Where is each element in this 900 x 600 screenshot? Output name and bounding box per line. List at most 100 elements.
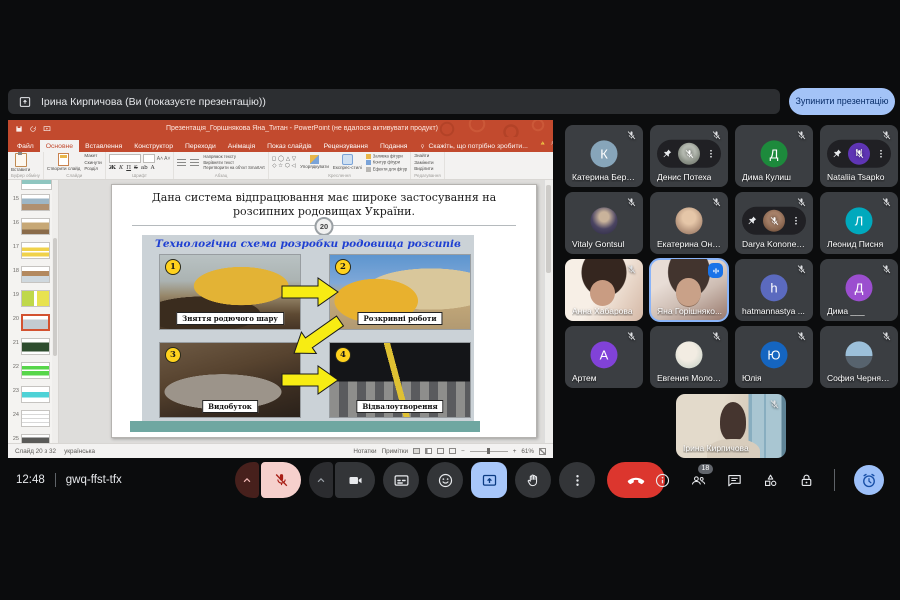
slide-thumbnail[interactable]	[21, 194, 50, 211]
text-direction-button[interactable]: Напрямок тексту	[203, 155, 264, 159]
chat-button[interactable]	[726, 472, 743, 489]
slideshow-icon[interactable]	[43, 125, 51, 133]
participant-tile[interactable]: ККатерина Бере...	[565, 125, 643, 187]
slide-thumbnail[interactable]	[21, 314, 50, 331]
raise-hand-button[interactable]	[515, 462, 551, 498]
participant-tile[interactable]: Екатерина Они...	[650, 192, 728, 254]
paste-button[interactable]: Вставити	[11, 153, 30, 173]
participant-tile[interactable]: Darya Kononen...	[735, 192, 813, 254]
tell-me-box[interactable]: Скажіть, що потрібно зробити...	[413, 140, 533, 152]
replace-button[interactable]: Замінити	[414, 161, 433, 166]
sorter-view-icon[interactable]	[425, 448, 432, 454]
more-options-button[interactable]	[559, 462, 595, 498]
thumbnail-row[interactable]: 15	[8, 191, 58, 215]
participant-tile[interactable]: София Черняева	[820, 326, 898, 388]
timer-extension-button[interactable]	[854, 465, 884, 495]
align-icon[interactable]	[190, 159, 199, 167]
ppt-tab-0[interactable]: Файл	[11, 140, 40, 152]
participant-tile[interactable]: ДДима ___	[820, 259, 898, 321]
meeting-details-button[interactable]	[654, 472, 671, 489]
reactions-button[interactable]	[427, 462, 463, 498]
layout-button[interactable]: Макет	[84, 154, 101, 159]
camera-options-chevron[interactable]	[309, 462, 333, 498]
stop-presentation-button[interactable]: Зупинити презентацію	[789, 88, 895, 115]
thumbnail-row[interactable]: 16	[8, 215, 58, 239]
ppt-tab-4[interactable]: Переходи	[179, 140, 222, 152]
ppt-tab-2[interactable]: Вставлення	[79, 140, 128, 152]
host-controls-button[interactable]	[798, 472, 815, 489]
slide-canvas[interactable]: Дана система відпрацювання має широке за…	[111, 184, 537, 438]
zoom-out-button[interactable]: −	[461, 448, 465, 455]
slideshow-view-icon[interactable]	[449, 448, 456, 454]
ppt-tab-5[interactable]: Анімація	[222, 140, 261, 152]
slide-thumbnail[interactable]	[21, 218, 50, 235]
slide-thumbnail[interactable]	[21, 386, 50, 403]
people-button[interactable]: 18	[690, 472, 707, 489]
pin-button[interactable]	[661, 148, 673, 160]
comments-button[interactable]: Примітки	[382, 448, 408, 455]
thumbnail-row[interactable]: 22	[8, 359, 58, 383]
font-name-box[interactable]	[109, 154, 141, 163]
slide-thumbnail[interactable]	[21, 410, 50, 427]
camera-button[interactable]	[335, 462, 375, 498]
thumbnail-row[interactable]: 25	[8, 431, 58, 443]
participant-tile[interactable]: Евгения Молод...	[650, 326, 728, 388]
mic-options-chevron[interactable]	[235, 462, 259, 498]
save-icon[interactable]	[15, 125, 23, 133]
font-format-buttons[interactable]: ЖКПSabA	[109, 165, 155, 171]
participant-tile[interactable]: NNataliia Tsapko	[820, 125, 898, 187]
slide-thumbnail[interactable]	[21, 242, 50, 259]
shape-outline-button[interactable]: Контур фігури	[366, 160, 407, 165]
notes-button[interactable]: Нотатки	[353, 448, 376, 455]
slide-scrollbar[interactable]	[544, 180, 553, 443]
thumbnail-row[interactable]: 19	[8, 287, 58, 311]
more-button[interactable]	[705, 148, 717, 160]
share-button[interactable]: Спільний доступ	[550, 136, 553, 150]
participant-tile[interactable]: Vitaly Gontsul	[565, 192, 643, 254]
fit-to-window-icon[interactable]	[539, 448, 546, 455]
thumbnail-row[interactable]: 23	[8, 383, 58, 407]
shape-fill-button[interactable]: Заливка фігури	[366, 154, 407, 159]
reading-view-icon[interactable]	[437, 448, 444, 454]
select-button[interactable]: Виділити	[414, 167, 433, 172]
slide-thumbnail[interactable]	[21, 362, 50, 379]
ppt-tab-7[interactable]: Рецензування	[318, 140, 374, 152]
slide-thumbnail-panel[interactable]: 1516171819202122232425	[8, 180, 59, 443]
self-video-tile[interactable]: Ірина Кирпичова	[676, 394, 786, 458]
thumbnail-row[interactable]: 24	[8, 407, 58, 431]
participant-tile[interactable]: ААртем	[565, 326, 643, 388]
more-button[interactable]	[790, 215, 802, 227]
present-button[interactable]	[471, 462, 507, 498]
reset-button[interactable]: Скинути	[84, 161, 101, 166]
participant-tile[interactable]: ДДима Кулиш	[735, 125, 813, 187]
thumbnail-row[interactable]: 21	[8, 335, 58, 359]
ppt-tab-8[interactable]: Подання	[374, 140, 413, 152]
thumbnail-row[interactable]: 17	[8, 239, 58, 263]
slide-thumbnail[interactable]	[21, 338, 50, 355]
slide-thumbnail[interactable]	[21, 434, 50, 443]
normal-view-icon[interactable]	[413, 448, 420, 454]
slide-thumbnail-partial[interactable]	[21, 180, 52, 190]
participant-tile[interactable]: Яна Горішняко...	[650, 259, 728, 321]
participant-tile[interactable]: ЮЮлія	[735, 326, 813, 388]
shapes-gallery[interactable]: ◻ ◯ △ ▽◇ ☆ ⬡ ◁	[272, 156, 296, 169]
ppt-tab-3[interactable]: Конструктор	[128, 140, 179, 152]
quick-access-toolbar[interactable]	[15, 125, 51, 133]
thumbnail-scrollbar[interactable]	[52, 180, 58, 443]
ppt-tab-1[interactable]: Основне	[40, 140, 79, 152]
font-size-box[interactable]	[143, 154, 155, 163]
shape-effects-button[interactable]: Ефекти для фігур	[366, 167, 407, 172]
participant-tile[interactable]: Анна Хабарова	[565, 259, 643, 321]
zoom-level[interactable]: 61%	[521, 448, 534, 455]
new-slide-button[interactable]: Створити слайд	[47, 153, 81, 172]
mic-button[interactable]	[261, 462, 301, 498]
pin-button[interactable]	[746, 215, 758, 227]
pin-button[interactable]	[831, 148, 843, 160]
more-button[interactable]	[875, 148, 887, 160]
find-button[interactable]: Знайти	[414, 154, 433, 159]
thumbnail-row[interactable]: 20	[8, 311, 58, 335]
bullet-list-icon[interactable]	[177, 159, 186, 167]
participant-tile[interactable]: Денис Потеха	[650, 125, 728, 187]
redo-icon[interactable]	[29, 125, 37, 133]
slide-thumbnail[interactable]	[21, 290, 50, 307]
